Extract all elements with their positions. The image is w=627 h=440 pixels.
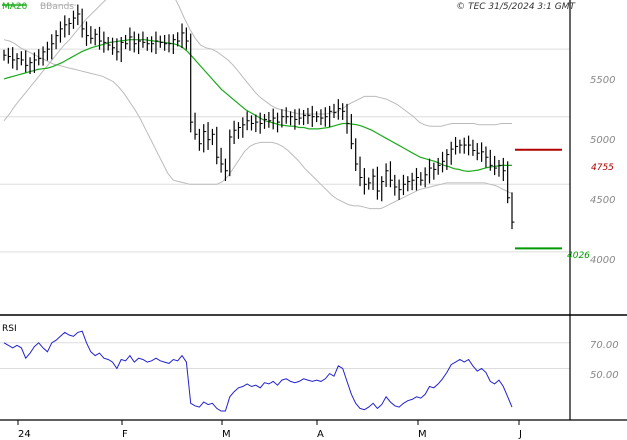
grid xyxy=(0,48,570,425)
y-tick-label: 5000 xyxy=(590,135,615,146)
bollinger-bands xyxy=(3,0,513,210)
y-tick-label: 4500 xyxy=(590,195,615,206)
ma20-path xyxy=(3,39,512,173)
x-tick-label: 24 xyxy=(18,429,31,440)
stock-chart: MA20 BBands © TEC 31/5/2024 3:1 GMT 4000… xyxy=(0,0,627,440)
x-tick-label: F xyxy=(122,429,128,440)
x-axis: 24 F M A M J xyxy=(18,429,522,440)
legend-bbands-label: BBands xyxy=(40,2,74,12)
resistance-label: 4755 xyxy=(591,163,614,173)
bbands-upper-line xyxy=(3,0,512,127)
x-tick-label: A xyxy=(317,429,324,440)
y-tick-label: 4000 xyxy=(590,255,615,266)
ma20-line xyxy=(3,39,512,173)
chart-frame xyxy=(0,0,627,421)
legend: MA20 BBands xyxy=(2,2,76,12)
support-label: 4026 xyxy=(567,251,590,261)
rsi-tick-label: 70.00 xyxy=(590,340,619,351)
copyright-text: © TEC 31/5/2024 3:1 GMT xyxy=(456,2,576,12)
rsi-title: RSI xyxy=(2,324,17,334)
x-tick-label: M xyxy=(418,429,427,440)
y-tick-label: 5500 xyxy=(590,75,615,86)
x-tick-label: M xyxy=(222,429,231,440)
bbands-lower-line xyxy=(3,39,513,210)
x-tick-label: J xyxy=(518,429,522,440)
legend-ma-label: MA20 xyxy=(2,2,28,12)
rsi-tick-label: 50.00 xyxy=(590,370,619,381)
price-levels xyxy=(515,148,562,250)
